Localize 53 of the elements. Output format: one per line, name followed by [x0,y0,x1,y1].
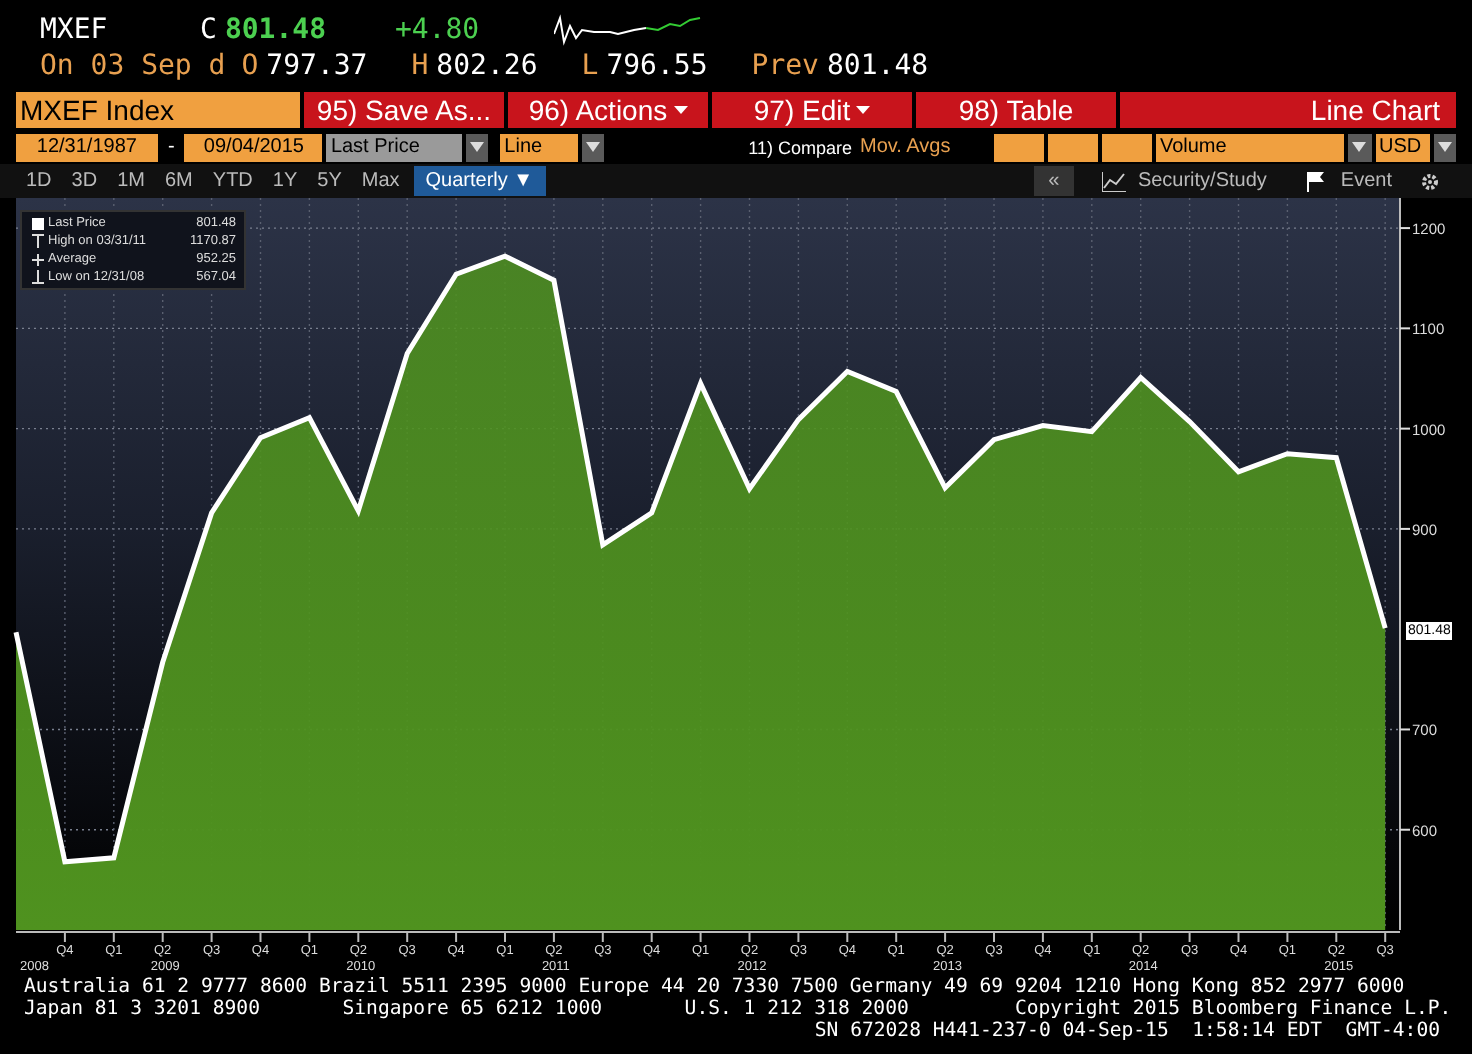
blank-field[interactable] [1048,133,1099,161]
quote-field-label: L [581,48,599,84]
period-tab[interactable]: Quarterly ▼ [413,166,546,196]
period-tab[interactable]: YTD [202,166,263,196]
quote-field-value: 796.55 [606,48,708,84]
collapse-button[interactable]: « [1033,166,1074,196]
currency-dropdown[interactable]: USD [1375,133,1429,161]
start-date-field[interactable]: 12/31/1987 [16,133,158,161]
period-tab[interactable]: Max [351,166,410,196]
blank-field[interactable] [994,133,1045,161]
period-tab[interactable]: 1M [107,166,155,196]
period-tab[interactable]: 1D [16,166,62,196]
quote-date: On 03 Sep d [40,48,226,84]
volume-dropdown[interactable]: Volume [1155,133,1345,161]
period-tab[interactable]: 1Y [262,166,308,196]
close-price: 801.48 [224,12,329,48]
period-tab[interactable]: 3D [61,166,108,196]
end-date-field[interactable]: 09/04/2015 [184,133,323,161]
period-tab[interactable]: 5Y [307,166,352,196]
quote-field-value: 797.37 [266,48,368,84]
flag-icon [1306,171,1325,191]
toolbar-button[interactable]: 95) Save As... [304,92,504,128]
toolbar-button[interactable]: 97) Edit [712,92,912,128]
low-marker-icon [31,270,43,284]
footer-text: Japan 81 3 3201 8900 Singapore 65 6212 1000 U.S. 1 212 318 2000 Copyright 2015 Bloomberg Finance L.P. [24,998,1454,1020]
moving-averages-button[interactable]: Mov. Avgs [856,133,991,161]
chart-type-title: Line Chart [1120,92,1456,128]
quote-field-label: Prev [751,48,819,84]
quote-field-value: 802.26 [436,48,538,84]
ticker: MXEF [40,12,110,48]
period-tab[interactable]: 6M [155,166,203,196]
settings-icon[interactable] [1420,171,1440,191]
toolbar-button[interactable]: 98) Table [916,92,1116,128]
date-separator: - [166,133,177,161]
footer-text: Australia 61 2 9777 8600 Brazil 5511 2395 9000 Europe 44 20 7330 7500 Germany 49 69 9204 1210 Hong Kong 852 2977 6000 [24,976,1407,998]
high-marker-icon [31,234,43,248]
close-label: C [200,12,217,48]
price-change: +4.80 [394,12,482,48]
footer-text: SN 672028 H441-237-0 04-Sep-15 1:58:14 EDT GMT-4:00 [812,1020,1442,1042]
security-study-button[interactable]: Security/Study [1101,166,1267,196]
square-icon [31,217,43,229]
style-dropdown[interactable]: Line [500,133,578,161]
quote-field-label: H [411,48,429,84]
blank-field[interactable] [1102,133,1152,161]
quote-field-label: O [241,48,259,84]
compare-button[interactable]: 11) Compare [748,133,853,161]
event-button[interactable]: Event [1306,166,1392,196]
quote-field-value: 801.48 [826,48,929,84]
security-field[interactable]: MXEF Index [16,92,300,128]
toolbar-button[interactable]: 96) Actions [508,92,708,128]
field-dropdown[interactable]: Last Price [326,133,462,161]
chart-icon [1101,171,1126,191]
average-marker-icon [31,253,43,265]
